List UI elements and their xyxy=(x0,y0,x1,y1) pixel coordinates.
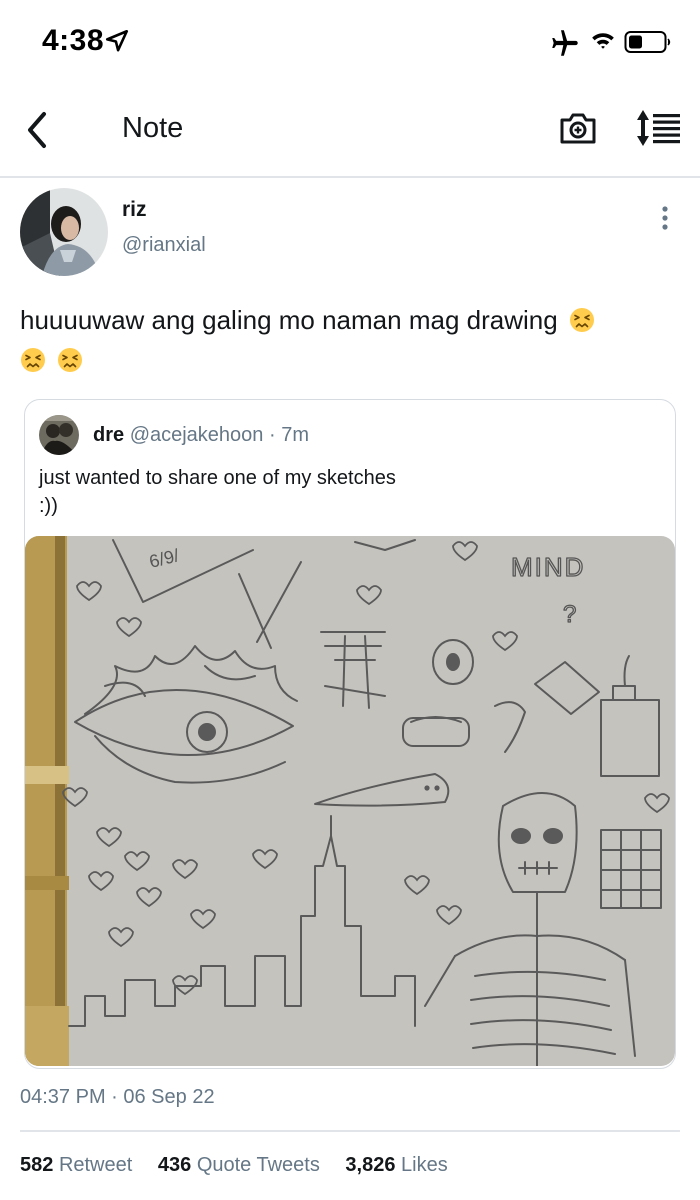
quote-tweets-count: 436 xyxy=(157,1154,192,1176)
quote-time: 7m xyxy=(281,424,310,446)
more-options-icon[interactable] xyxy=(654,204,676,234)
tweet-stats: 582 Retweet 436 Quote Tweets 3,826 Likes xyxy=(20,1154,468,1177)
airplane-icon xyxy=(552,30,578,56)
sketch-drawing: 6/9/ MIND ? xyxy=(25,536,675,1066)
quoted-tweet-card[interactable]: dre @acejakehoon · 7m just wanted to sha… xyxy=(24,399,676,1069)
quote-tweets-stat[interactable]: 436 Quote Tweets xyxy=(158,1154,326,1176)
author-name[interactable]: riz xyxy=(122,198,147,222)
quote-separator: · xyxy=(268,424,276,446)
author-avatar[interactable] xyxy=(20,188,108,276)
tweet-timestamp: 04:37 PM · 06 Sep 22 xyxy=(20,1086,215,1108)
confounded-face-emoji-icon xyxy=(21,348,45,372)
quote-author-handle[interactable]: @acejakehoon xyxy=(130,424,264,446)
sketch-mind-text: MIND xyxy=(511,552,585,582)
quote-author-avatar[interactable] xyxy=(39,415,79,455)
wifi-icon xyxy=(592,33,614,49)
retweet-label: Retweet xyxy=(58,1154,133,1176)
retweet-stat[interactable]: 582 Retweet xyxy=(20,1154,138,1176)
quote-author-name[interactable]: dre xyxy=(93,424,124,446)
quote-header: dre @acejakehoon · 7m xyxy=(93,424,309,447)
status-bar: 4:38 xyxy=(0,0,700,88)
page-title: Note xyxy=(122,112,184,144)
confounded-face-emoji-icon xyxy=(58,348,83,372)
likes-label: Likes xyxy=(401,1154,448,1176)
sketch-image[interactable]: 6/9/ MIND ? xyxy=(25,536,675,1066)
confounded-face-emoji-icon xyxy=(569,308,594,332)
back-chevron-icon[interactable] xyxy=(20,108,56,152)
sort-icon[interactable] xyxy=(634,108,682,148)
location-arrow-icon xyxy=(105,29,129,52)
author-handle[interactable]: @rianxial xyxy=(122,234,206,257)
quote-tweets-label: Quote Tweets xyxy=(196,1154,320,1176)
quote-text-line: just wanted to share one of my sketches xyxy=(39,467,396,489)
likes-count: 3,826 xyxy=(345,1154,396,1176)
status-time: 4:38 xyxy=(42,24,105,57)
divider xyxy=(20,1130,680,1132)
tweet-text-content: huuuuwaw ang galing mo naman mag drawing xyxy=(20,305,558,335)
likes-stat[interactable]: 3,826 Likes xyxy=(345,1154,447,1176)
retweet-count: 582 xyxy=(20,1154,54,1176)
quote-text: just wanted to share one of my sketches … xyxy=(39,464,659,520)
tweet-text: huuuuwaw ang galing mo naman mag drawing xyxy=(20,300,670,380)
quote-text-line: :)) xyxy=(39,495,58,517)
sketch-question-text: ? xyxy=(563,601,576,628)
battery-icon xyxy=(624,31,671,53)
camera-icon[interactable] xyxy=(558,108,598,148)
nav-bar: Note xyxy=(0,88,700,178)
